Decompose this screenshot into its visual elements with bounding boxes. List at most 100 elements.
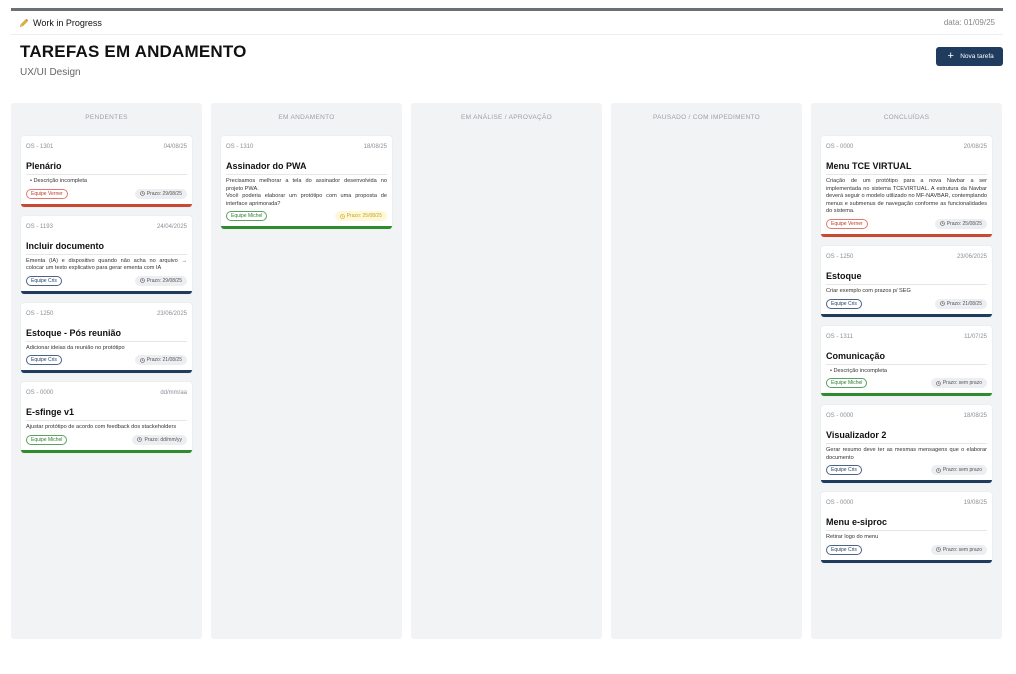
team-badge: Equipe Cris [826,298,862,309]
task-card[interactable]: OS - 1301 04/08/25 Plenário Descrição in… [21,136,192,207]
card-header: OS - 0000 19/08/25 [826,500,987,510]
task-card[interactable]: OS - 1310 18/08/25 Assinador do PWA Prec… [221,136,392,230]
column-title: PENDENTES [85,113,128,121]
clock-icon [936,468,941,473]
clock-icon [939,301,945,306]
card-description: Adicionar ideias da reunião no protótipo [26,344,125,351]
team-badge: Equipe Verner [26,188,68,199]
card-title: Menu e-siproc [826,517,987,532]
deadline-text: Prazo: 25/08/25 [946,220,982,227]
deadline-text: Prazo: 29/08/25 [146,277,182,284]
os-number: OS - 0000 [826,413,854,420]
deadline-badge: Prazo: 21/08/25 [134,355,187,366]
card-footer: Equipe Michel Prazo: dd/mm/yy [26,434,187,450]
card-status-bar [821,233,992,237]
task-card[interactable]: OS - 1193 24/04/2025 Incluir documento E… [21,215,192,294]
team-badge: Equipe Verner [826,218,868,229]
card-footer: Equipe Cris Prazo: sem prazo [826,544,987,560]
card-title: Assinador do PWA [226,161,387,175]
card-title: Estoque - Pós reunião [26,328,187,342]
card-footer: Equipe Verner Prazo: 25/08/25 [826,218,987,234]
deadline-badge: Prazo: 25/08/25 [934,218,987,229]
column-title: EM ANÁLISE / APROVAÇÃO [460,113,552,121]
card-list: OS - 1310 18/08/25 Assinador do PWA Prec… [221,131,392,230]
clock-icon [936,380,941,386]
task-card[interactable]: OS - 1250 23/06/2025 Estoque - Pós reuni… [21,302,192,374]
card-description: Descrição incompleta [826,368,987,376]
card-description: Descrição incompleta [26,178,187,186]
os-number: OS - 1250 [26,310,54,317]
clock-icon [936,547,941,553]
card-description: Criar exemplo com prazos p/ SEG [826,287,911,294]
app-brand: Work in Progress [19,18,102,28]
card-status-bar [821,559,992,563]
team-badge: Equipe Michel [226,211,268,222]
card-header: OS - 1250 23/06/2025 [826,254,987,264]
kanban-column: PAUSADO / COM IMPEDIMENTO [611,103,802,639]
card-status-bar [21,370,192,374]
kanban-column: PENDENTES OS - 1301 04/08/25 Plenário De… [11,103,202,639]
card-footer: Equipe Cris Prazo: sem prazo [826,465,987,480]
card-status-bar [21,203,192,207]
top-bar: Work in Progress data: 01/09/25 [11,11,1003,35]
deadline-badge: Prazo: sem prazo [930,465,987,476]
deadline-badge: Prazo: sem prazo [930,378,987,389]
card-date: 23/06/2025 [156,310,187,317]
kanban-column: CONCLUÍDAS OS - 0000 20/08/25 Menu TCE V… [811,103,1002,639]
card-status-bar [21,290,192,294]
card-footer: Equipe Cris Prazo: 21/08/25 [26,355,187,370]
os-number: OS - 1250 [826,253,854,260]
task-card[interactable]: OS - 0000 20/08/25 Menu TCE VIRTUAL Cria… [821,136,992,237]
card-description: Ementa (IA) e dispositivo quando não ach… [26,257,187,272]
card-title: Menu TCE VIRTUAL [826,161,987,175]
team-badge: Equipe Cris [826,465,862,476]
deadline-text: Prazo: sem prazo [942,467,982,474]
deadline-badge: Prazo: 21/08/25 [934,298,987,309]
os-number: OS - 1311 [826,333,853,340]
os-number: OS - 1301 [26,144,54,150]
deadline-text: Prazo: sem prazo [942,380,982,387]
new-task-button[interactable]: + Nova tarefa [936,47,1003,66]
card-title: Visualizador 2 [826,430,987,445]
os-number: OS - 0000 [26,390,54,397]
deadline-text: Prazo: sem prazo [942,546,982,553]
os-number: OS - 0000 [826,500,854,507]
card-description: Precisamos melhorar a tela do assinador … [226,178,387,207]
card-list [621,131,792,136]
card-footer: Equipe Verner Prazo: 29/08/25 [26,188,187,204]
deadline-text: Prazo: dd/mm/yy [144,436,182,443]
card-header: OS - 0000 18/08/25 [826,413,987,423]
page-title: TAREFAS EM ANDAMENTO [20,42,247,61]
os-number: OS - 1310 [226,144,254,150]
card-header: OS - 1301 04/08/25 [26,144,187,154]
task-card[interactable]: OS - 0000 dd/mm/aa E-sfinge v1 Ajustar p… [21,382,192,453]
card-footer: Equipe Cris Prazo: 29/08/25 [26,275,187,291]
card-header: OS - 1250 23/06/2025 [26,311,187,321]
card-list: OS - 0000 20/08/25 Menu TCE VIRTUAL Cria… [821,131,992,563]
task-card[interactable]: OS - 1250 23/06/2025 Estoque Criar exemp… [821,245,992,317]
task-card[interactable]: OS - 1311 11/07/25 Comunicação Descrição… [821,325,992,397]
os-number: OS - 1193 [26,223,53,230]
card-title: Incluir documento [26,241,187,255]
card-status-bar [21,449,192,453]
deadline-text: Prazo: 29/08/25 [146,190,182,197]
deadline-text: Prazo: 21/08/25 [946,300,982,307]
task-card[interactable]: OS - 0000 19/08/25 Menu e-siproc Retirar… [821,492,992,563]
pencil-icon [19,18,29,27]
clock-icon [137,437,143,443]
kanban-board: PENDENTES OS - 1301 04/08/25 Plenário De… [11,103,1003,639]
deadline-badge: Prazo: dd/mm/yy [132,434,187,445]
deadline-badge: Prazo: 29/08/25 [134,188,187,199]
current-date: data: 01/09/25 [943,18,995,27]
clock-icon [139,358,145,363]
card-description: Criação de um protótipo para a nova Navb… [826,178,987,215]
card-status-bar [821,393,992,397]
task-card[interactable]: OS - 0000 18/08/25 Visualizador 2 Gerar … [821,405,992,484]
card-status-bar [221,226,392,230]
card-title: Estoque [826,271,987,285]
clock-icon [139,191,145,196]
os-number: OS - 0000 [826,144,854,150]
clock-icon [339,214,345,219]
card-header: OS - 0000 dd/mm/aa [26,390,187,400]
deadline-text: Prazo: 21/08/25 [146,357,182,364]
